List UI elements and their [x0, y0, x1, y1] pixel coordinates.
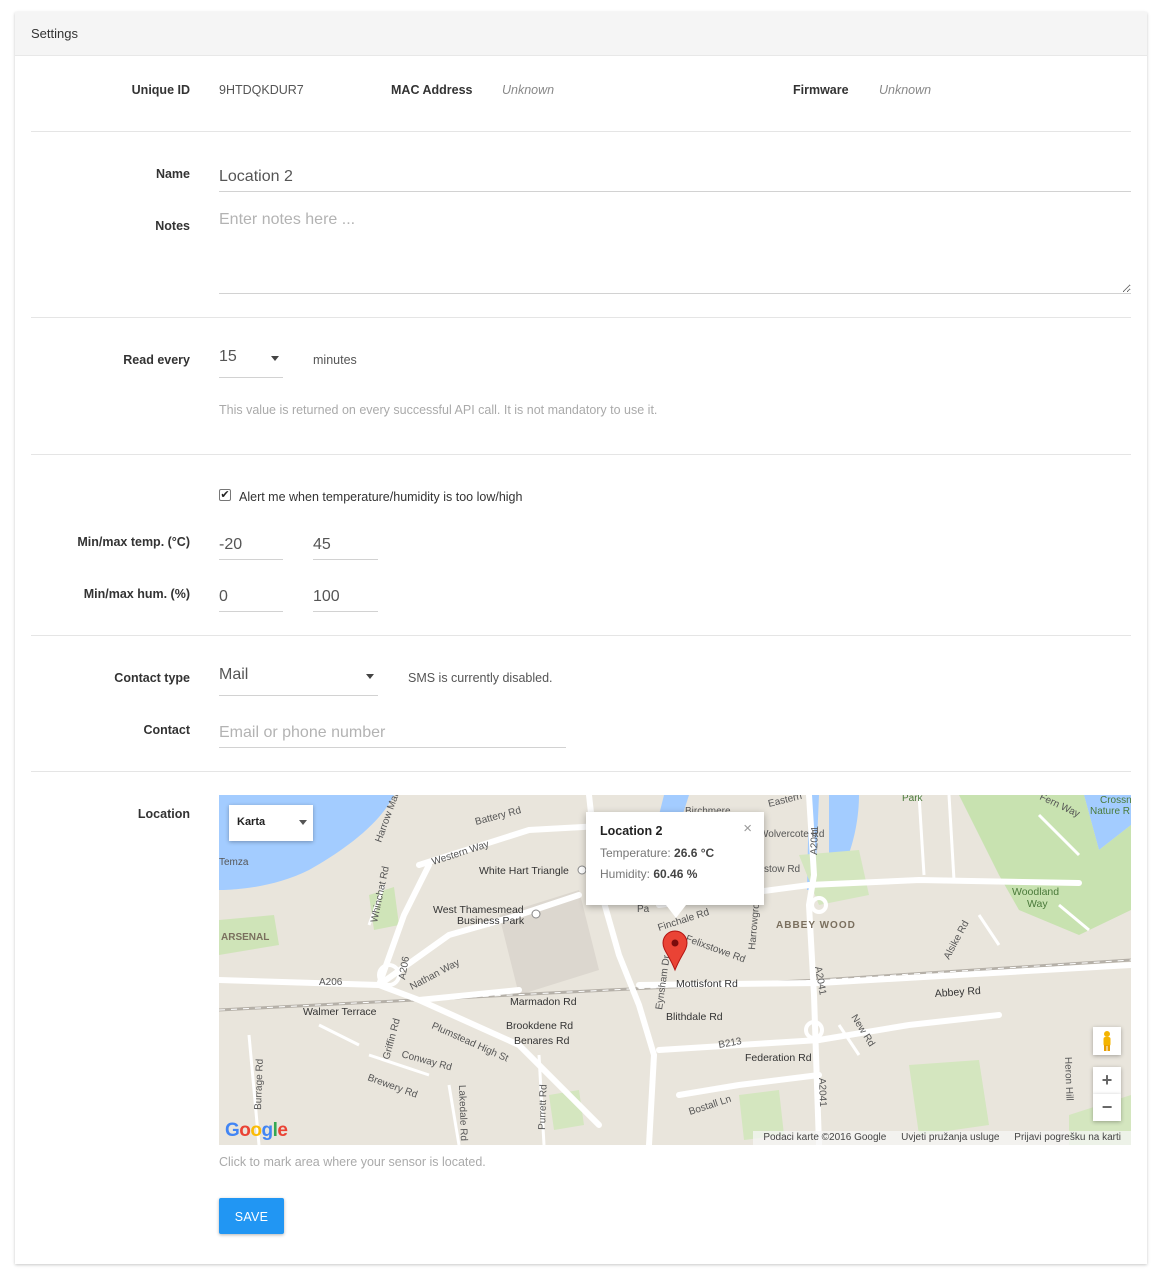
map-label: Nature R	[1090, 806, 1130, 817]
read-every-label: Read every	[123, 353, 190, 367]
checkmark-icon: ✔	[220, 489, 230, 501]
notes-label: Notes	[155, 219, 190, 233]
map-data-credit: Podaci karte ©2016 Google	[763, 1132, 887, 1143]
hum-min-input[interactable]	[219, 582, 283, 612]
map-label: Woodland	[1012, 886, 1059, 898]
info-humidity-value: 60.46 %	[653, 867, 698, 881]
temp-range-label: Min/max temp. (°C)	[77, 535, 190, 549]
divider	[31, 131, 1131, 132]
info-title: Location 2	[600, 824, 663, 838]
unique-id-label: Unique ID	[131, 83, 190, 97]
map-label: ARSENAL	[221, 932, 269, 943]
firmware-value: Unknown	[879, 83, 932, 97]
divider	[31, 635, 1131, 636]
map-label: Federation Rd	[745, 1052, 812, 1064]
firmware-label: Firmware	[793, 83, 849, 97]
map-label: Way	[1027, 898, 1048, 910]
map-label: Lakedale Rd	[456, 1085, 469, 1142]
contact-type-select[interactable]: Mail	[219, 666, 378, 696]
location-label: Location	[137, 807, 190, 821]
map-type-select[interactable]: Karta	[229, 805, 313, 841]
caret-down-icon	[366, 674, 374, 679]
map-type-value: Karta	[237, 816, 266, 828]
map-label: Blithdale Rd	[666, 1011, 723, 1023]
hum-max-input[interactable]	[313, 582, 378, 612]
save-button[interactable]: SAVE	[219, 1198, 284, 1234]
contact-type-label: Contact type	[114, 671, 190, 685]
read-every-hint: This value is returned on every successf…	[219, 403, 658, 417]
hum-range-label: Min/max hum. (%)	[83, 587, 190, 601]
panel-title: Settings	[15, 12, 1147, 56]
map-label: Mottisfont Rd	[676, 978, 738, 990]
sms-note: SMS is currently disabled.	[408, 671, 553, 685]
terms-link[interactable]: Uvjeti pružanja usluge	[901, 1132, 999, 1143]
map-label: stow Rd	[764, 864, 800, 875]
street-view-pegman-icon[interactable]	[1093, 1027, 1121, 1055]
divider	[31, 771, 1131, 772]
map-label: ABBEY WOOD	[776, 920, 856, 931]
map-label: Wolvercote Rd	[759, 829, 824, 840]
map-label: Burrage Rd	[253, 1059, 266, 1110]
map-label: Pa	[637, 904, 650, 915]
unique-id-value: 9HTDQKDUR7	[219, 83, 304, 97]
close-icon[interactable]: ×	[743, 820, 752, 837]
info-window: Location 2 Temperature: 26.6 °C Humidity…	[586, 812, 764, 918]
mac-address-label: MAC Address	[391, 83, 473, 97]
map-label: Benares Rd	[514, 1035, 570, 1047]
zoom-out-button[interactable]: −	[1093, 1094, 1121, 1121]
caret-down-icon	[299, 820, 307, 825]
map-label: Walmer Terrace	[303, 1006, 377, 1018]
info-temperature-label: Temperature:	[600, 846, 671, 860]
caret-down-icon	[271, 356, 279, 361]
temp-min-input[interactable]	[219, 530, 283, 560]
report-error-link[interactable]: Prijavi pogrešku na karti	[1014, 1132, 1121, 1143]
temp-max-input[interactable]	[313, 530, 378, 560]
read-every-select[interactable]: 15	[219, 348, 283, 378]
map-label: Park	[902, 795, 924, 804]
contact-label: Contact	[143, 723, 190, 737]
map-label: Crossness	[1100, 795, 1131, 806]
name-input[interactable]	[219, 162, 1131, 192]
info-humidity: Humidity: 60.46 %	[600, 867, 750, 881]
map-label: White Hart Triangle	[479, 865, 569, 877]
read-every-unit: minutes	[313, 353, 357, 367]
google-logo: Google	[225, 1120, 288, 1141]
mac-address-value: Unknown	[502, 83, 555, 97]
map-label: A206	[319, 977, 343, 988]
info-temperature: Temperature: 26.6 °C	[600, 846, 750, 860]
map-hint: Click to mark area where your sensor is …	[219, 1155, 486, 1169]
info-humidity-label: Humidity:	[600, 867, 651, 881]
map-label: Brookdene Rd	[506, 1020, 573, 1032]
read-every-value: 15	[219, 348, 237, 365]
map-label: Business Park	[457, 915, 525, 927]
map-label: Temza	[219, 857, 249, 868]
name-label: Name	[155, 167, 190, 181]
alert-checkbox[interactable]: ✔	[219, 489, 231, 501]
zoom-in-button[interactable]: +	[1093, 1067, 1121, 1094]
contact-type-value: Mail	[219, 666, 249, 683]
map-label: A2041	[816, 1078, 828, 1108]
location-map[interactable]: Temza ARSENAL White Hart Triangle West T…	[219, 795, 1131, 1145]
notes-textarea[interactable]	[219, 211, 1131, 294]
map-label: Purrett Rd	[537, 1084, 550, 1130]
divider	[31, 317, 1131, 318]
contact-input[interactable]	[219, 718, 566, 748]
divider	[31, 454, 1131, 455]
map-label: Marmadon Rd	[510, 996, 577, 1008]
alert-checkbox-label: Alert me when temperature/humidity is to…	[239, 490, 523, 504]
map-attribution: Podaci karte ©2016 Google Uvjeti pružanj…	[753, 1131, 1131, 1145]
map-label: Heron Hill	[1062, 1057, 1075, 1101]
info-temperature-value: 26.6 °C	[674, 846, 715, 860]
